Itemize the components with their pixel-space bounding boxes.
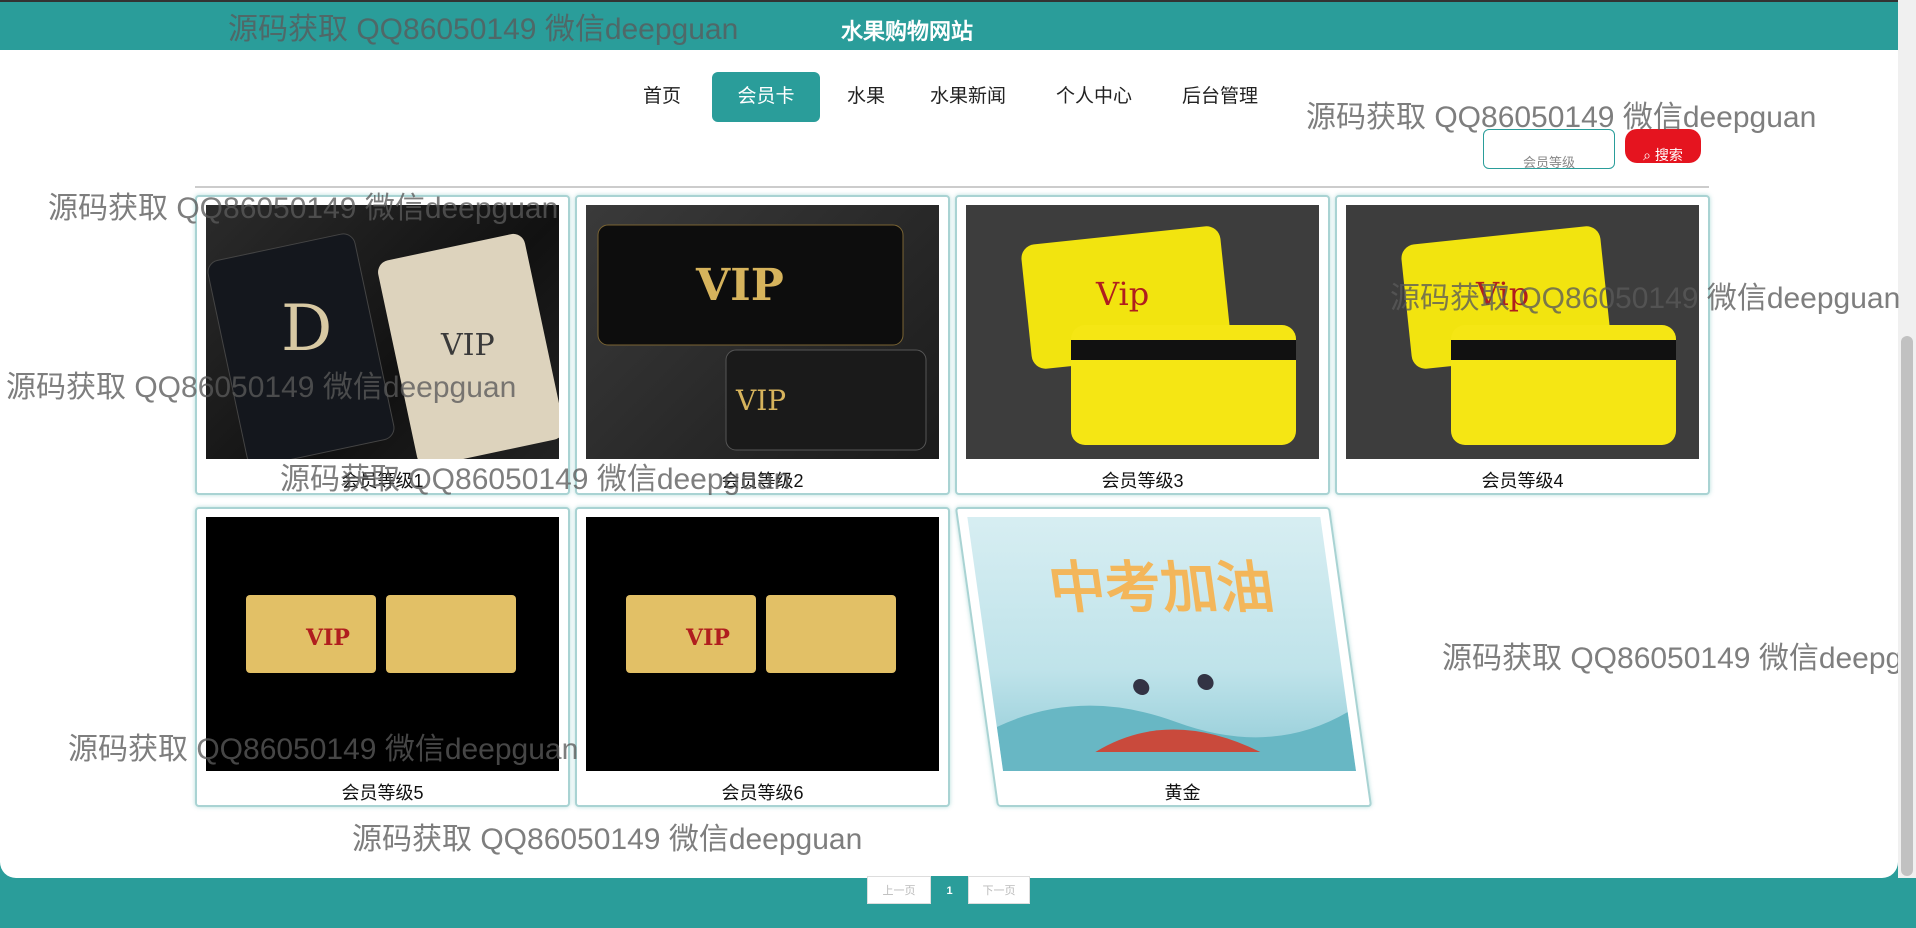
svg-text:Vip: Vip	[1475, 275, 1529, 313]
search-input[interactable]: 会员等级	[1483, 129, 1615, 169]
prev-page-button[interactable]: 上一页	[867, 876, 931, 904]
scrollbar-thumb[interactable]	[1901, 336, 1913, 876]
card-image: 中考加油	[967, 517, 1357, 771]
card-member-level-5[interactable]: VIP 会员等级5	[195, 507, 570, 807]
card-member-level-1[interactable]: D VIP 会员等级1	[195, 195, 570, 495]
nav-membership-card[interactable]: 会员卡	[712, 72, 820, 122]
svg-text:中考加油: 中考加油	[1045, 556, 1278, 621]
content-divider	[195, 186, 1709, 188]
nav-fruit[interactable]: 水果	[838, 72, 894, 122]
next-page-button[interactable]: 下一页	[968, 876, 1030, 904]
main-content: 首页 会员卡 水果 水果新闻 个人中心 后台管理 会员等级 ⌕ 搜索 D VIP…	[0, 50, 1898, 904]
card-image-text: D	[281, 292, 332, 366]
site-title: 水果购物网站	[841, 19, 974, 44]
current-page-button[interactable]: 1	[931, 876, 968, 904]
card-member-level-6[interactable]: VIP 会员等级6	[575, 507, 950, 807]
card-image: Vip	[1346, 205, 1699, 459]
svg-text:VIP: VIP	[735, 384, 786, 417]
footer-bar	[0, 908, 1916, 928]
card-label: 黄金	[1164, 783, 1201, 803]
card-label: 会员等级2	[721, 471, 804, 491]
vertical-scrollbar[interactable]	[1898, 0, 1916, 878]
card-member-level-3[interactable]: Vip 会员等级3	[955, 195, 1330, 495]
nav-personal-center[interactable]: 个人中心	[1046, 72, 1142, 122]
nav-home[interactable]: 首页	[632, 72, 692, 122]
card-label: 会员等级1	[341, 471, 424, 491]
card-image: VIP	[586, 517, 939, 771]
card-image: VIP VIP	[586, 205, 939, 459]
nav-admin[interactable]: 后台管理	[1172, 72, 1268, 122]
card-label: 会员等级5	[341, 783, 424, 803]
nav-fruit-news[interactable]: 水果新闻	[920, 72, 1016, 122]
svg-text:VIP: VIP	[440, 328, 495, 363]
top-header-bar: 水果购物网站	[0, 0, 1898, 50]
card-label: 会员等级6	[721, 783, 804, 803]
svg-text:Vip: Vip	[1095, 275, 1149, 313]
search-button[interactable]: ⌕ 搜索	[1625, 129, 1701, 163]
card-gold[interactable]: 中考加油 黄金	[954, 507, 1373, 807]
svg-text:VIP: VIP	[685, 625, 730, 651]
search-icon: ⌕	[1643, 147, 1651, 163]
card-label: 会员等级4	[1481, 471, 1564, 491]
card-label: 会员等级3	[1101, 471, 1184, 491]
svg-text:VIP: VIP	[695, 260, 784, 311]
card-image: Vip	[966, 205, 1319, 459]
card-image: D VIP	[206, 205, 559, 459]
search-button-label: 搜索	[1654, 147, 1683, 163]
card-member-level-4[interactable]: Vip 会员等级4	[1335, 195, 1710, 495]
app-root: 水果购物网站 首页 会员卡 水果 水果新闻 个人中心 后台管理 会员等级 ⌕ 搜…	[0, 0, 1916, 928]
card-image: VIP	[206, 517, 559, 771]
card-member-level-2[interactable]: VIP VIP 会员等级2	[575, 195, 950, 495]
svg-text:VIP: VIP	[305, 625, 350, 651]
